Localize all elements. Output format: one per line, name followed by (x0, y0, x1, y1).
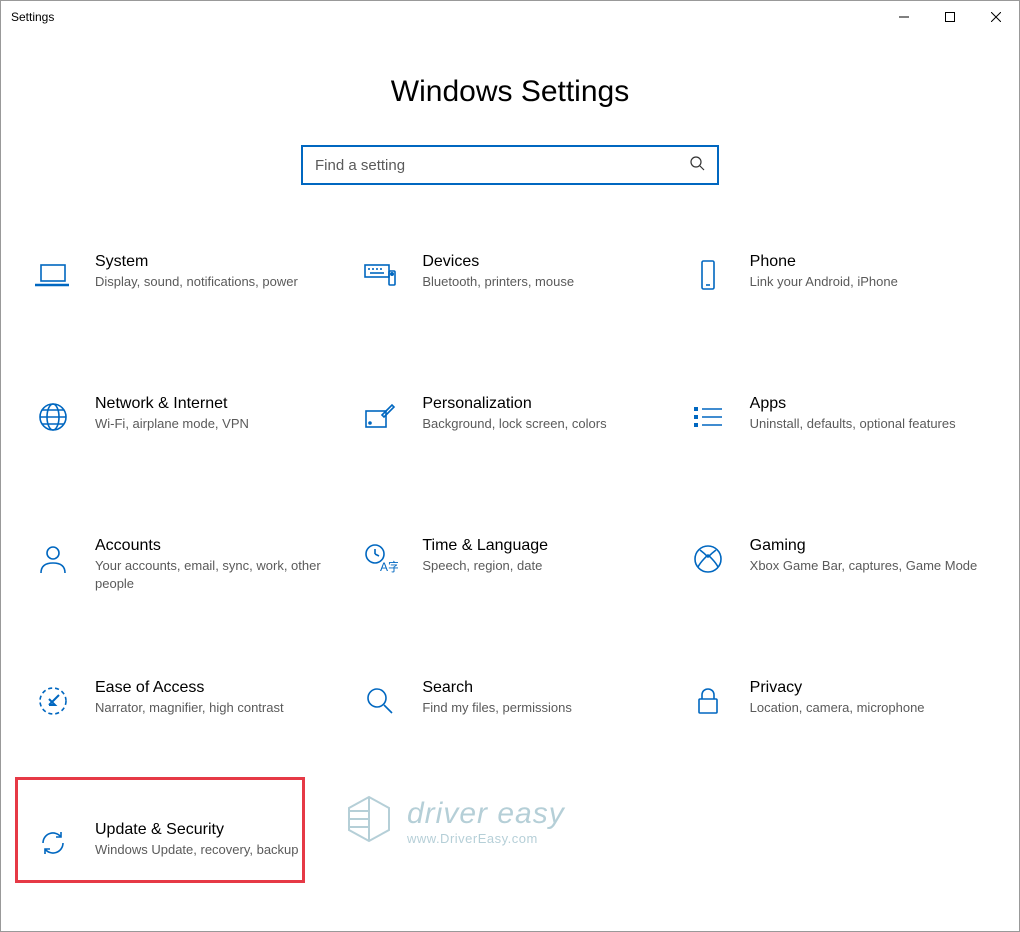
tile-accounts[interactable]: Accounts Your accounts, email, sync, wor… (27, 533, 338, 603)
time-language-icon: A字 (358, 537, 402, 581)
tile-search[interactable]: Search Find my files, permissions (354, 675, 665, 745)
tile-desc: Background, lock screen, colors (422, 415, 651, 433)
minimize-icon (899, 12, 909, 22)
tile-title: System (95, 253, 324, 271)
page-title: Windows Settings (1, 75, 1019, 109)
tile-title: Update & Security (95, 821, 324, 839)
close-icon (991, 12, 1001, 22)
tile-devices[interactable]: Devices Bluetooth, printers, mouse (354, 249, 665, 319)
tile-desc: Narrator, magnifier, high contrast (95, 699, 324, 717)
titlebar: Settings (1, 1, 1019, 33)
tile-title: Gaming (750, 537, 979, 555)
search-box[interactable] (301, 145, 719, 185)
tile-privacy[interactable]: Privacy Location, camera, microphone (682, 675, 993, 745)
tile-apps[interactable]: Apps Uninstall, defaults, optional featu… (682, 391, 993, 461)
xbox-icon (686, 537, 730, 581)
tile-title: Apps (750, 395, 979, 413)
laptop-icon (31, 253, 75, 297)
close-button[interactable] (973, 1, 1019, 33)
svg-text:A字: A字 (380, 559, 398, 574)
person-icon (31, 537, 75, 581)
tile-title: Search (422, 679, 651, 697)
lock-icon (686, 679, 730, 723)
tile-time-language[interactable]: A字 Time & Language Speech, region, date (354, 533, 665, 603)
window-controls (881, 1, 1019, 33)
paintbrush-icon (358, 395, 402, 439)
tile-title: Network & Internet (95, 395, 324, 413)
phone-icon (686, 253, 730, 297)
tile-system[interactable]: System Display, sound, notifications, po… (27, 249, 338, 319)
tile-title: Personalization (422, 395, 651, 413)
tile-desc: Find my files, permissions (422, 699, 651, 717)
minimize-button[interactable] (881, 1, 927, 33)
keyboard-icon (358, 253, 402, 297)
tile-desc: Speech, region, date (422, 557, 651, 575)
tile-title: Time & Language (422, 537, 651, 555)
window-title: Settings (11, 10, 54, 24)
tile-title: Accounts (95, 537, 324, 555)
settings-grid: System Display, sound, notifications, po… (1, 249, 1019, 887)
tile-ease-of-access[interactable]: Ease of Access Narrator, magnifier, high… (27, 675, 338, 745)
tile-title: Phone (750, 253, 979, 271)
globe-icon (31, 395, 75, 439)
search-icon (689, 155, 705, 176)
tile-title: Privacy (750, 679, 979, 697)
tile-title: Devices (422, 253, 651, 271)
search-input[interactable] (315, 157, 689, 174)
tile-desc: Uninstall, defaults, optional features (750, 415, 979, 433)
tile-desc: Your accounts, email, sync, work, other … (95, 557, 324, 592)
tile-personalization[interactable]: Personalization Background, lock screen,… (354, 391, 665, 461)
tile-desc: Link your Android, iPhone (750, 273, 979, 291)
tile-desc: Bluetooth, printers, mouse (422, 273, 651, 291)
tile-desc: Wi-Fi, airplane mode, VPN (95, 415, 324, 433)
tile-gaming[interactable]: Gaming Xbox Game Bar, captures, Game Mod… (682, 533, 993, 603)
tile-desc: Xbox Game Bar, captures, Game Mode (750, 557, 979, 575)
ease-access-icon (31, 679, 75, 723)
tile-network[interactable]: Network & Internet Wi-Fi, airplane mode,… (27, 391, 338, 461)
tile-desc: Location, camera, microphone (750, 699, 979, 717)
search-container (1, 145, 1019, 185)
maximize-icon (945, 12, 955, 22)
list-icon (686, 395, 730, 439)
maximize-button[interactable] (927, 1, 973, 33)
tile-desc: Display, sound, notifications, power (95, 273, 324, 291)
refresh-icon (31, 821, 75, 865)
tile-title: Ease of Access (95, 679, 324, 697)
tile-phone[interactable]: Phone Link your Android, iPhone (682, 249, 993, 319)
search-category-icon (358, 679, 402, 723)
tile-desc: Windows Update, recovery, backup (95, 841, 324, 859)
tile-update-security[interactable]: Update & Security Windows Update, recove… (27, 817, 338, 887)
